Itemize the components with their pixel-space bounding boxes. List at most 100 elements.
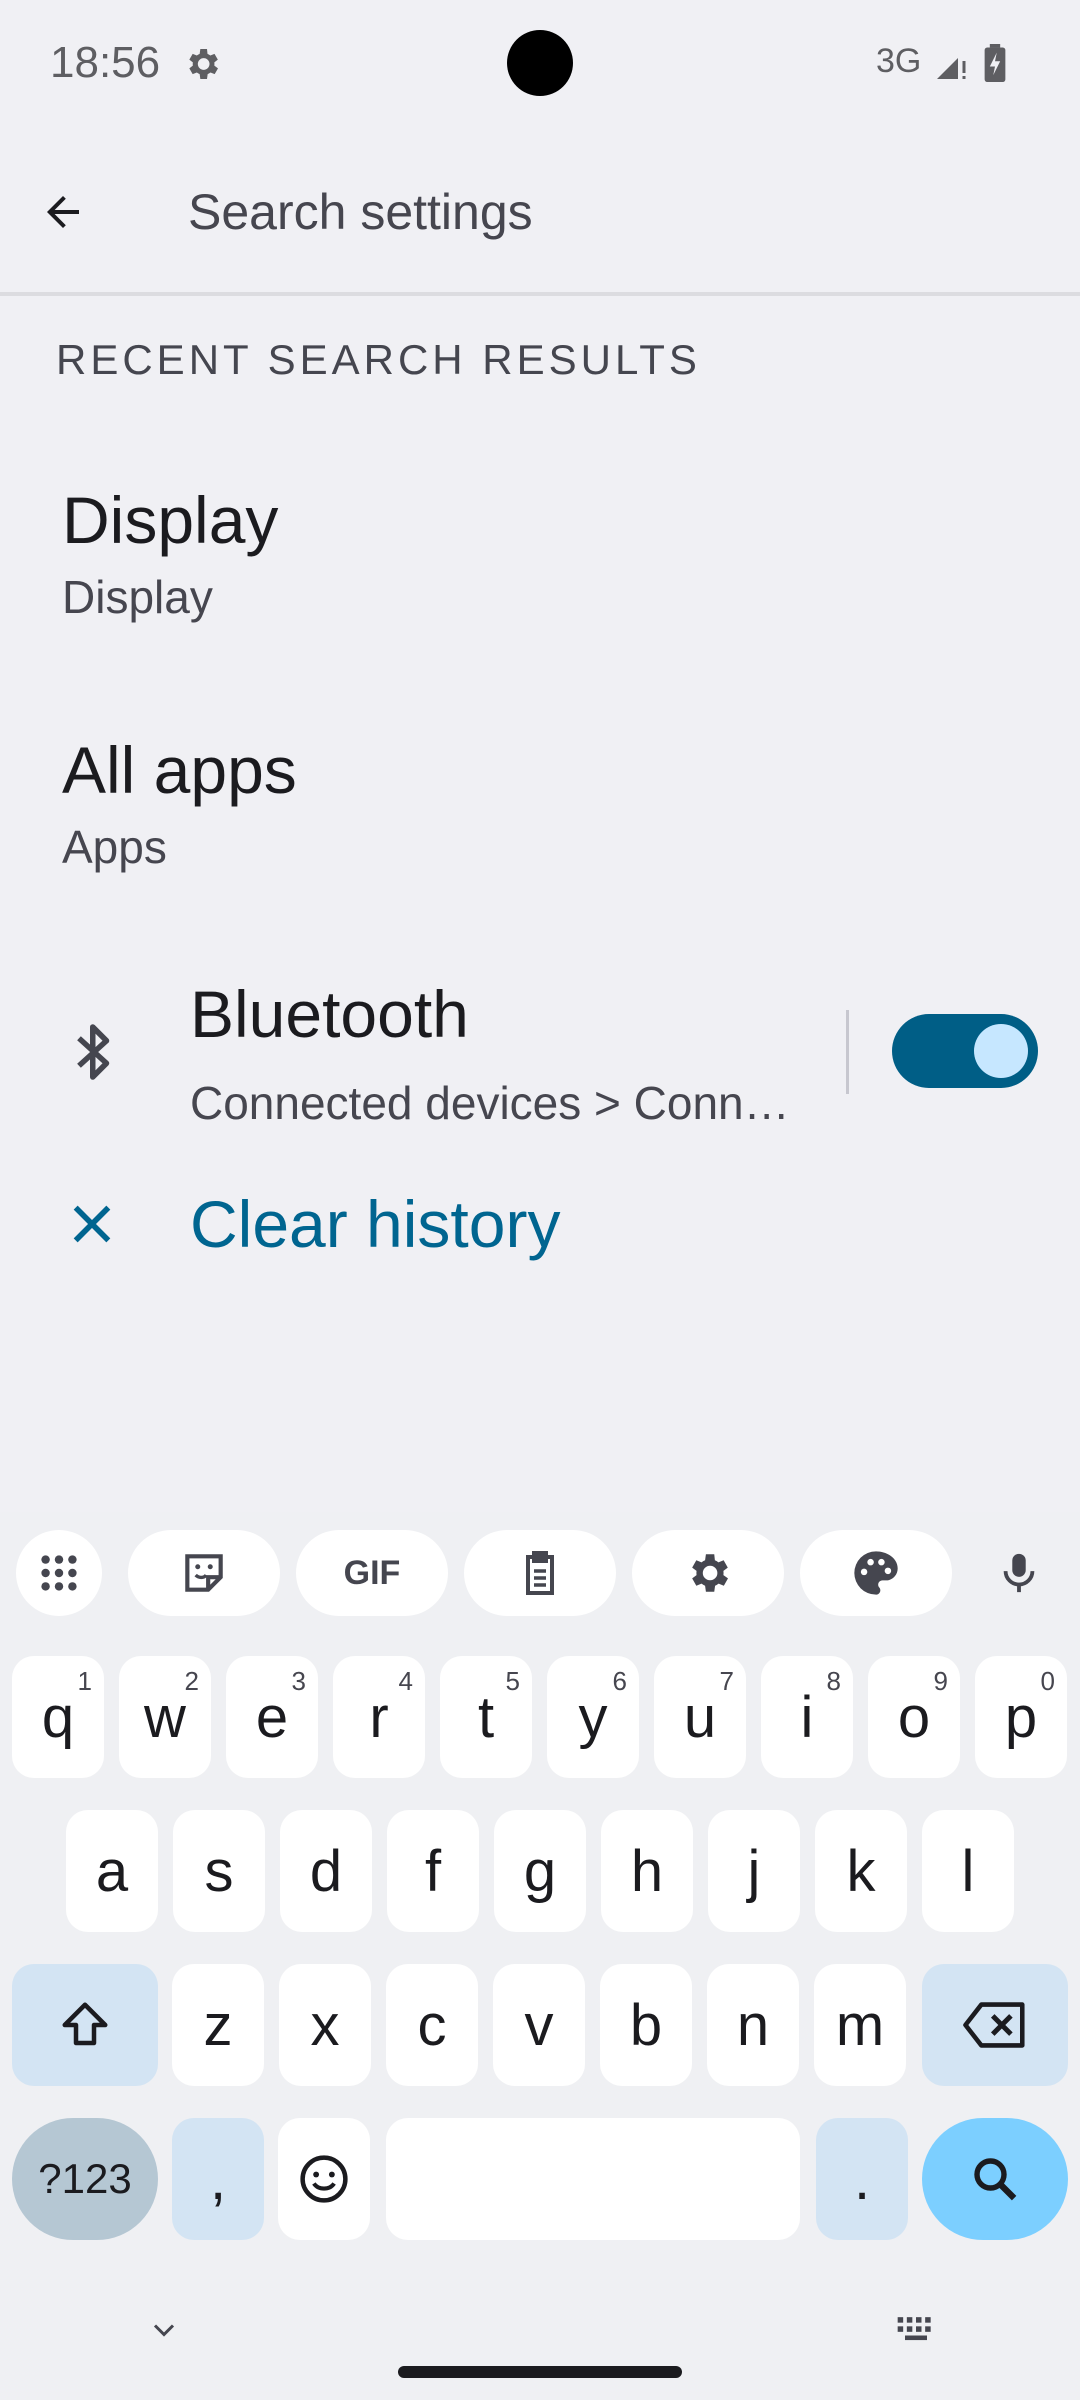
key-g[interactable]: g xyxy=(494,1810,586,1932)
key-label: g xyxy=(523,1838,557,1904)
result-subtitle: Apps xyxy=(62,821,167,873)
shift-key[interactable] xyxy=(12,1964,158,2086)
period-key[interactable]: . xyxy=(816,2118,908,2240)
comma-label: , xyxy=(209,2146,227,2212)
key-q[interactable]: q1 xyxy=(12,1656,104,1778)
settings-gear-icon xyxy=(189,49,218,79)
key-h[interactable]: h xyxy=(601,1810,693,1932)
key-y[interactable]: y6 xyxy=(547,1656,639,1778)
clear-history-label: Clear history xyxy=(190,1187,561,1261)
key-l[interactable]: l xyxy=(922,1810,1014,1932)
home-indicator[interactable] xyxy=(398,2366,682,2378)
key-u[interactable]: u7 xyxy=(654,1656,746,1778)
key-t[interactable]: t5 xyxy=(440,1656,532,1778)
battery-charging-icon xyxy=(984,44,1006,82)
camera-cutout xyxy=(507,30,573,96)
key-e[interactable]: e3 xyxy=(226,1656,318,1778)
key-label: x xyxy=(310,1992,340,2058)
comma-key[interactable]: , xyxy=(172,2118,264,2240)
key-v[interactable]: v xyxy=(493,1964,585,2086)
key-label: d xyxy=(309,1838,343,1904)
shift-icon xyxy=(62,2002,108,2046)
key-hint: 9 xyxy=(933,1666,948,1696)
key-x[interactable]: x xyxy=(279,1964,371,2086)
key-label: c xyxy=(417,1992,447,2058)
key-label: t xyxy=(477,1684,495,1750)
emoji-key[interactable] xyxy=(278,2118,370,2240)
toggle-thumb xyxy=(974,1024,1028,1078)
key-label: v xyxy=(524,1992,554,2058)
key-label: e xyxy=(255,1684,289,1750)
key-label: w xyxy=(144,1684,186,1750)
emoji-icon xyxy=(300,2155,348,2203)
microphone-icon xyxy=(1003,1553,1035,1593)
keyboard-switch-icon[interactable] xyxy=(894,2312,938,2348)
gif-label: GIF xyxy=(343,1553,401,1592)
key-label: k xyxy=(846,1838,876,1904)
key-w[interactable]: w2 xyxy=(119,1656,211,1778)
key-label: m xyxy=(835,1992,885,2058)
key-p[interactable]: p0 xyxy=(975,1656,1067,1778)
key-z[interactable]: z xyxy=(172,1964,264,2086)
key-label: b xyxy=(629,1992,663,2058)
key-n[interactable]: n xyxy=(707,1964,799,2086)
space-key[interactable] xyxy=(386,2118,800,2240)
key-i[interactable]: i8 xyxy=(761,1656,853,1778)
gif-button[interactable]: GIF xyxy=(296,1530,448,1616)
result-item-display[interactable]: Display Display xyxy=(0,466,1080,634)
search-divider xyxy=(0,292,1080,296)
key-hint: 6 xyxy=(612,1666,627,1696)
key-o[interactable]: o9 xyxy=(868,1656,960,1778)
key-label: h xyxy=(630,1838,664,1904)
key-b[interactable]: b xyxy=(600,1964,692,2086)
toggle-divider xyxy=(846,1010,849,1094)
key-f[interactable]: f xyxy=(387,1810,479,1932)
symbols-label: ?123 xyxy=(38,2155,132,2202)
symbols-key[interactable]: ?123 xyxy=(12,2118,158,2240)
result-item-all-apps[interactable]: All apps Apps xyxy=(0,716,1080,884)
bluetooth-icon xyxy=(77,1024,110,1080)
keyboard: GIF ?123 , . q 1 w 2 e 3 r 4 t 5 y 6 u 7… xyxy=(0,1512,1080,2400)
backspace-key[interactable] xyxy=(922,1964,1068,2086)
status-bar: 18:56 3G xyxy=(0,0,1080,128)
voice-input-button[interactable] xyxy=(976,1530,1062,1616)
key-k[interactable]: k xyxy=(815,1810,907,1932)
key-r[interactable]: r4 xyxy=(333,1656,425,1778)
key-hint: 7 xyxy=(719,1666,734,1696)
palette-icon xyxy=(854,1551,898,1595)
apps-grid-button[interactable] xyxy=(16,1530,102,1616)
key-d[interactable]: d xyxy=(280,1810,372,1932)
bluetooth-toggle[interactable] xyxy=(892,1014,1038,1088)
key-hint: 4 xyxy=(398,1666,413,1696)
key-s[interactable]: s xyxy=(173,1810,265,1932)
sticker-button[interactable] xyxy=(128,1530,280,1616)
search-input[interactable] xyxy=(130,150,1080,274)
search-icon xyxy=(974,2158,1017,2201)
close-icon xyxy=(73,1205,111,1243)
sticker-icon xyxy=(185,1554,223,1592)
signal-icon xyxy=(937,58,966,79)
clipboard-icon xyxy=(526,1551,554,1595)
key-label: u xyxy=(683,1684,717,1750)
clipboard-button[interactable] xyxy=(464,1530,616,1616)
key-label: z xyxy=(203,1992,233,2058)
network-type: 3G xyxy=(876,42,922,80)
key-c[interactable]: c xyxy=(386,1964,478,2086)
theme-button[interactable] xyxy=(800,1530,952,1616)
key-a[interactable]: a xyxy=(66,1810,158,1932)
result-title: Bluetooth xyxy=(190,977,469,1051)
keyboard-settings-button[interactable] xyxy=(632,1530,784,1616)
arrow-back-icon xyxy=(47,196,79,228)
back-button[interactable] xyxy=(0,138,126,286)
settings-icon xyxy=(692,1554,728,1592)
result-subtitle: Display xyxy=(62,571,213,623)
key-hint: 8 xyxy=(826,1666,841,1696)
key-label: s xyxy=(204,1838,234,1904)
search-key[interactable] xyxy=(922,2118,1068,2240)
key-j[interactable]: j xyxy=(708,1810,800,1932)
key-label: l xyxy=(961,1838,975,1904)
key-m[interactable]: m xyxy=(814,1964,906,2086)
hide-keyboard-chevron-icon[interactable] xyxy=(146,2312,182,2348)
key-hint: 2 xyxy=(184,1666,199,1696)
result-title: All apps xyxy=(62,733,297,807)
